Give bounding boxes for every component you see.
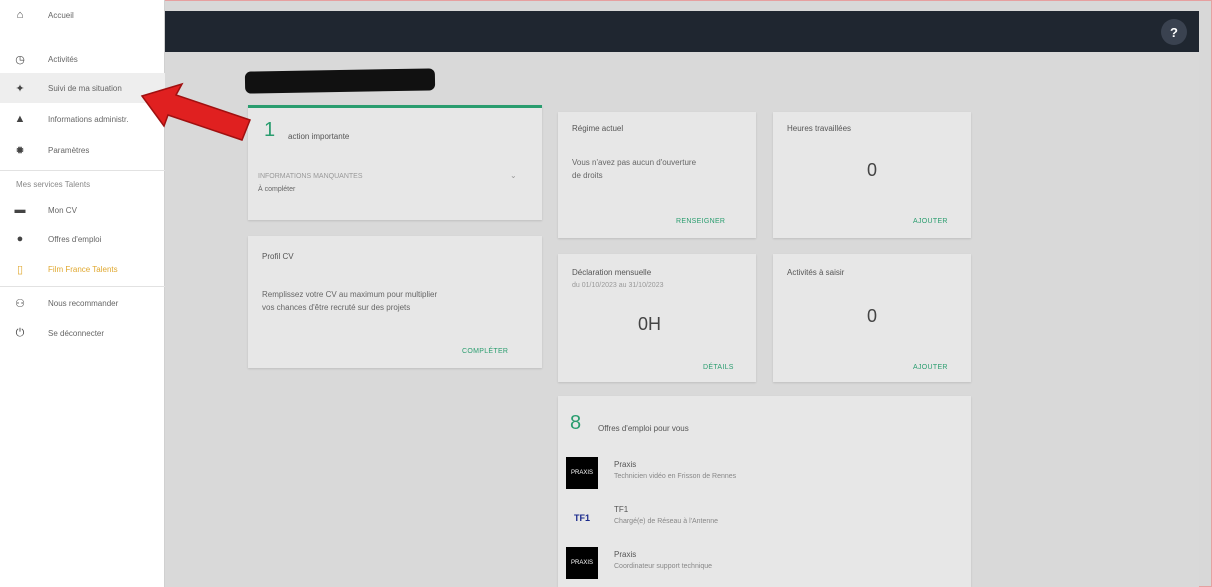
clock-icon: ◷ (15, 53, 25, 66)
job-item[interactable]: TF1 TF1 Chargé(e) de Réseau à l'Antenne (566, 502, 966, 542)
sidebar-item-deconnecter[interactable]: ⏻ Se déconnecter (0, 318, 165, 348)
jobs-count: 8 (570, 412, 582, 434)
jobs-card-title: Offres d'emploi pour vous (598, 424, 689, 433)
briefcase-icon: ▬ (14, 204, 26, 216)
sidebar-item-label: Nous recommander (48, 298, 119, 308)
events-card: Activités à saisir 0 AJOUTER (773, 254, 971, 382)
sidebar-divider (0, 286, 165, 287)
sidebar-item-film-france[interactable]: ▯ Film France Talents (0, 254, 165, 284)
company-logo: PRAXIS (566, 547, 598, 579)
chevron-down-icon[interactable]: ⌄ (510, 171, 517, 180)
monthly-card-title: Déclaration mensuelle (572, 268, 652, 277)
missing-info-label[interactable]: INFORMATIONS MANQUANTES (258, 173, 362, 180)
job-company: Praxis (614, 460, 637, 469)
sidebar-divider (0, 170, 165, 171)
actions-title: action importante (288, 132, 350, 141)
hours-value: 0 (867, 160, 878, 180)
person-pin-icon: ● (16, 233, 24, 245)
regime-card-text-line1: Vous n'avez pas aucun d'ouverture (572, 158, 697, 167)
job-title: Technicien vidéo en Frisson de Rennes (614, 473, 737, 480)
job-item[interactable]: PRAXIS Praxis Technicien vidéo en Frisso… (566, 457, 966, 497)
job-item[interactable]: PRAXIS Praxis Coordinateur support techn… (566, 547, 966, 587)
sidebar-section-label: Mes services Talents (16, 180, 91, 189)
regime-card: Régime actuel Vous n'avez pas aucun d'ou… (558, 112, 756, 238)
events-card-title: Activités à saisir (787, 268, 845, 277)
sidebar-item-label: Informations administr. (48, 114, 129, 124)
sidebar-item-accueil[interactable]: ⌂ Accueil (0, 0, 165, 30)
complete-cv-link[interactable]: COMPLÉTER (462, 348, 508, 355)
cv-card: Profil CV Remplissez votre CV au maximum… (248, 236, 542, 368)
sidebar-item-label: Accueil (48, 10, 74, 20)
add-events-link[interactable]: AJOUTER (913, 364, 948, 371)
hours-card: Heures travaillées 0 AJOUTER (773, 112, 971, 238)
regime-card-title: Régime actuel (572, 124, 624, 133)
monthly-card: Déclaration mensuelle du 01/10/2023 au 3… (558, 254, 756, 382)
sidebar-item-label: Activités (48, 54, 78, 64)
missing-info-status: À compléter (258, 186, 296, 193)
cv-card-text-line2: vos chances d'être recruté sur des proje… (262, 303, 411, 312)
job-company: Praxis (614, 550, 637, 559)
job-company: TF1 (614, 505, 629, 514)
sidebar-item-label: Suivi de ma situation (48, 83, 122, 93)
job-title: Chargé(e) de Réseau à l'Antenne (614, 518, 719, 525)
sidebar-item-label: Film France Talents (48, 264, 118, 274)
power-icon: ⏻ (15, 326, 25, 339)
annotation-arrow-icon (140, 82, 251, 141)
job-title: Coordinateur support technique (614, 563, 713, 570)
actions-card: 1 action importante INFORMATIONS MANQUAN… (248, 105, 542, 220)
cv-card-text-line1: Remplissez votre CV au maximum pour mult… (262, 290, 438, 299)
hours-card-title: Heures travaillées (787, 124, 852, 133)
sidebar-item-label: Se déconnecter (48, 328, 105, 338)
company-logo: PRAXIS (566, 457, 598, 489)
sidebar-item-activites[interactable]: ◷ Activités (0, 44, 165, 74)
cv-card-title: Profil CV (262, 252, 294, 261)
monthly-value: 0H (638, 314, 662, 334)
help-icon[interactable]: ? (1161, 19, 1187, 45)
sidebar-item-label: Offres d'emploi (48, 234, 102, 244)
events-value: 0 (867, 306, 878, 326)
sidebar-item-label: Paramètres (48, 145, 90, 155)
home-icon: ⌂ (16, 9, 24, 21)
renseigner-link[interactable]: RENSEIGNER (676, 218, 725, 225)
card-accent-bar (248, 105, 542, 108)
people-icon: ⚇ (15, 297, 25, 310)
sidebar-item-mon-cv[interactable]: ▬ Mon CV (0, 195, 165, 225)
person-icon: ▲ (14, 113, 26, 125)
company-logo: TF1 (573, 513, 590, 523)
add-hours-link[interactable]: AJOUTER (913, 218, 948, 225)
film-icon: ▯ (16, 263, 24, 276)
details-link[interactable]: DÉTAILS (703, 364, 734, 371)
person-thumb-icon: ✦ (15, 82, 25, 95)
sidebar-item-recommander[interactable]: ⚇ Nous recommander (0, 288, 165, 318)
regime-card-text-line2: de droits (572, 171, 603, 180)
top-bar: ? (165, 11, 1199, 52)
monthly-card-period: du 01/10/2023 au 31/10/2023 (572, 282, 664, 289)
sidebar-item-offres[interactable]: ● Offres d'emploi (0, 224, 165, 254)
sidebar-item-label: Mon CV (48, 205, 77, 215)
gear-icon: ✹ (15, 144, 25, 157)
